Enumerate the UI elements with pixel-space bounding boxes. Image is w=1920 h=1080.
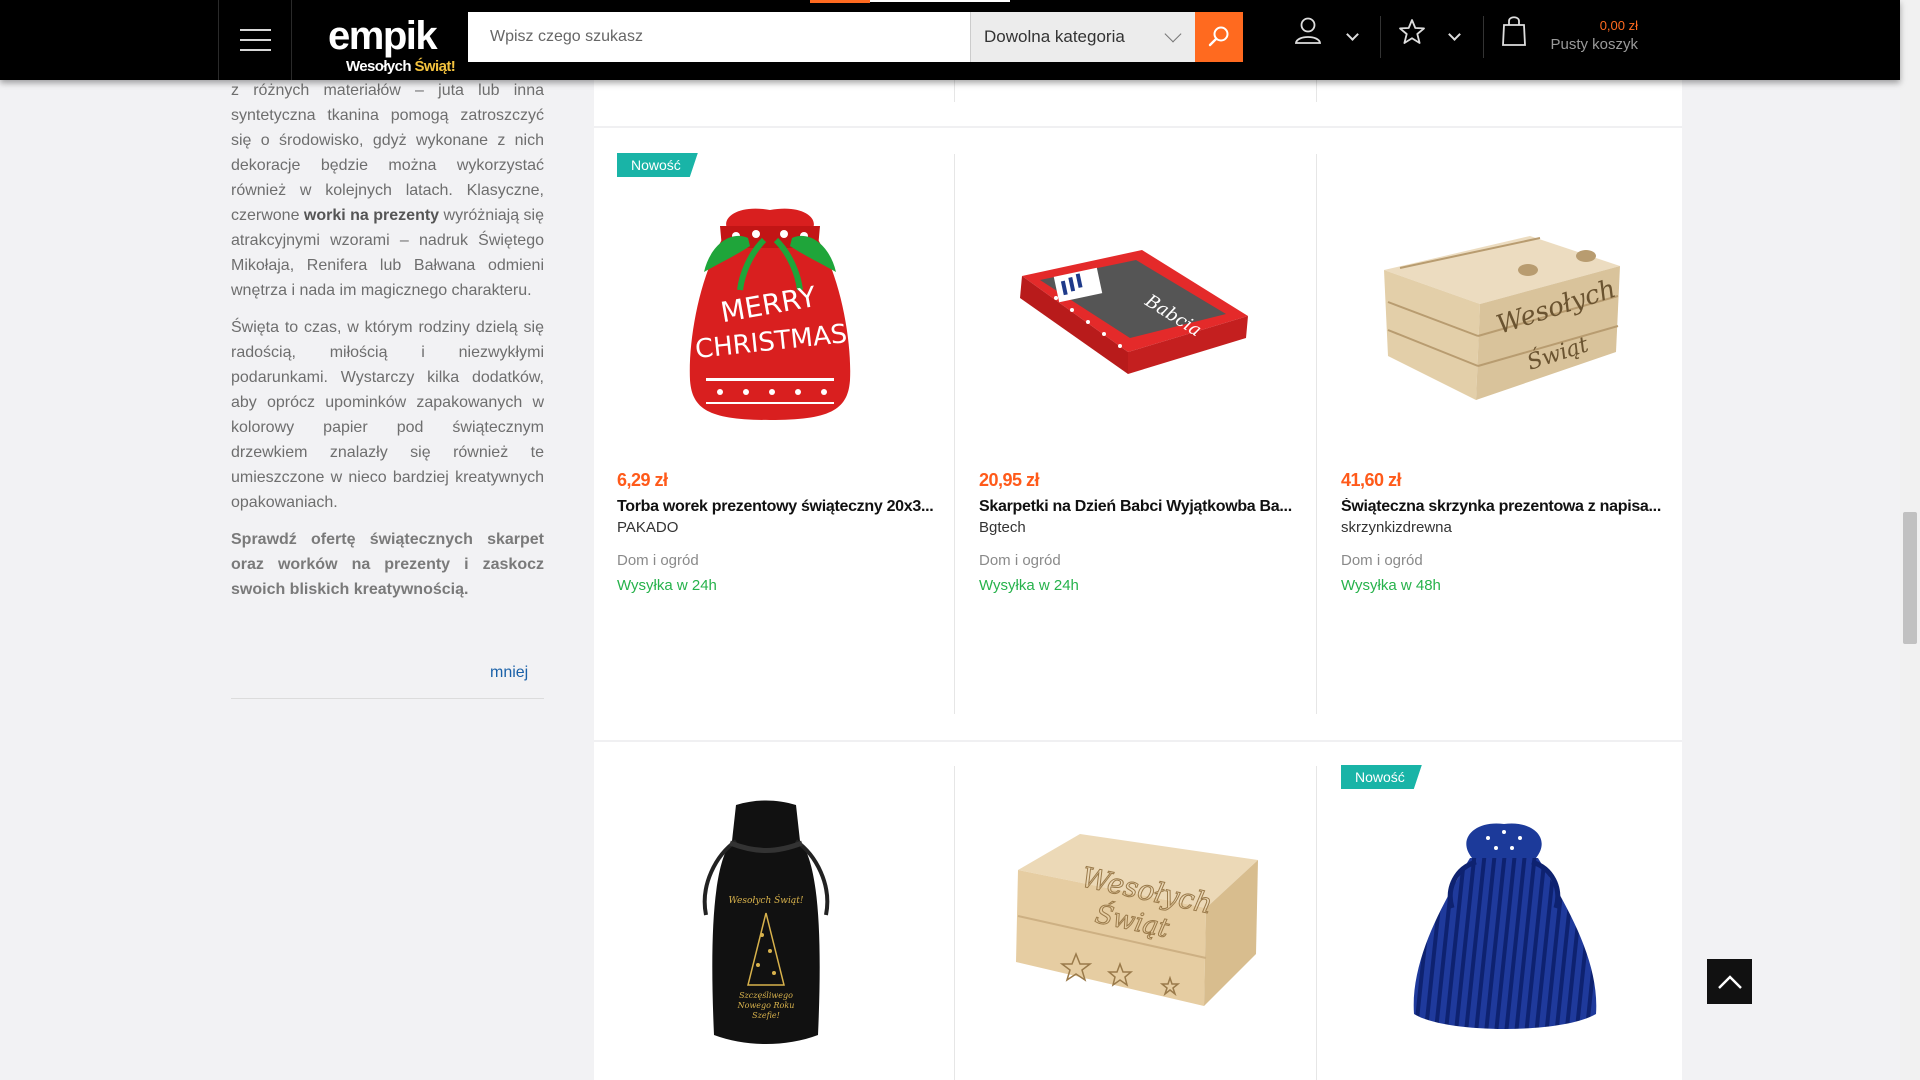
column-divider	[954, 78, 955, 102]
top-navigation-bar: empik Wesołych Świąt! Dowolna kategoria …	[0, 0, 1900, 80]
description-paragraph: Święta to czas, w którym rodziny dzielą …	[231, 319, 544, 511]
header-accent	[810, 0, 870, 3]
arrow-up-icon	[1717, 974, 1742, 989]
product-shipping: Wysyłka w 24h	[979, 577, 1079, 594]
row-divider	[594, 740, 1682, 742]
product-shipping: Wysyłka w 48h	[1341, 577, 1441, 594]
cart-status[interactable]: Pusty koszyk	[1530, 36, 1638, 53]
star-icon[interactable]	[1398, 18, 1426, 46]
header-separator	[1380, 16, 1381, 58]
product-shipping: Wysyłka w 24h	[617, 577, 717, 594]
category-select-label: Dowolna kategoria	[984, 27, 1125, 46]
product-title[interactable]: Świąteczna skrzynka prezentowa z napisa.…	[1341, 498, 1661, 516]
product-brand[interactable]: skrzynkizdrewna	[1341, 519, 1452, 536]
logo-tagline-b: Świąt!	[414, 58, 456, 75]
column-divider	[1316, 154, 1317, 714]
new-badge: Nowość	[1341, 765, 1422, 789]
logo-tagline-a: Wesołych	[346, 58, 412, 75]
product-image[interactable]: Wesołych Świąt	[1010, 830, 1260, 1010]
column-divider	[1316, 766, 1317, 1080]
product-price: 6,29 zł	[617, 470, 668, 490]
back-to-top-button[interactable]	[1707, 959, 1752, 1004]
description-paragraph: z różnych materiałów – juta lub inna syn…	[231, 82, 545, 299]
chevron-down-icon	[1164, 25, 1182, 43]
category-description: z różnych materiałów – juta lub inna syn…	[231, 78, 544, 614]
logo[interactable]: empik Wesołych Świąt!	[328, 14, 458, 75]
menu-button[interactable]	[218, 0, 292, 80]
description-callout: Sprawdź ofertę świątecznych skarpet oraz…	[231, 531, 544, 598]
product-image[interactable]: MERRY CHRISTMAS	[680, 190, 860, 430]
column-divider	[954, 154, 955, 714]
new-badge: Nowość	[617, 153, 698, 177]
product-category[interactable]: Dom i ogród	[1341, 552, 1423, 569]
cart-total[interactable]: 0,00 zł	[1560, 18, 1638, 33]
product-brand[interactable]: Bgtech	[979, 519, 1026, 536]
product-image[interactable]: Wesołych Świąt	[1380, 230, 1626, 406]
product-price: 20,95 zł	[979, 470, 1040, 490]
header-separator	[1483, 16, 1484, 58]
product-category[interactable]: Dom i ogród	[617, 552, 699, 569]
image-caption: Szczęśliwego Nowego Roku Szefie!	[737, 991, 795, 1020]
menu-icon	[239, 25, 271, 55]
search-button[interactable]	[1195, 12, 1243, 62]
product-image[interactable]: Wesołych Świąt! Szczęśliwego Nowego Roku…	[696, 795, 836, 1049]
category-select[interactable]: Dowolna kategoria	[970, 12, 1195, 62]
logo-wordmark: empik	[328, 14, 438, 58]
scrollbar-thumb[interactable]	[1903, 512, 1917, 644]
search-icon	[1208, 26, 1229, 47]
show-less-link[interactable]: mniej	[490, 664, 528, 682]
product-title[interactable]: Skarpetki na Dzień Babci Wyjątkowba Ba..…	[979, 498, 1299, 516]
product-image[interactable]: Babcia	[1016, 242, 1252, 392]
product-brand[interactable]: PAKADO	[617, 519, 678, 536]
column-divider	[1316, 78, 1317, 102]
product-title[interactable]: Torba worek prezentowy świąteczny 20x3..…	[617, 498, 937, 516]
sidebar-divider	[231, 698, 544, 699]
account-dropdown-chevron[interactable]	[1346, 28, 1359, 41]
logo-tagline: Wesołych Świąt!	[346, 58, 456, 75]
search-input[interactable]	[468, 12, 970, 62]
product-category[interactable]: Dom i ogród	[979, 552, 1061, 569]
wishlist-dropdown-chevron[interactable]	[1448, 28, 1461, 41]
header-accent	[870, 0, 1010, 2]
product-price: 41,60 zł	[1341, 470, 1402, 490]
row-divider	[594, 126, 1682, 128]
user-icon[interactable]	[1294, 16, 1322, 46]
description-keyword: worki na prezenty	[303, 207, 440, 224]
product-image[interactable]	[1406, 818, 1602, 1038]
image-caption: Wesołych Świąt!	[729, 894, 804, 906]
column-divider	[954, 766, 955, 1080]
cart-icon[interactable]	[1500, 14, 1528, 48]
